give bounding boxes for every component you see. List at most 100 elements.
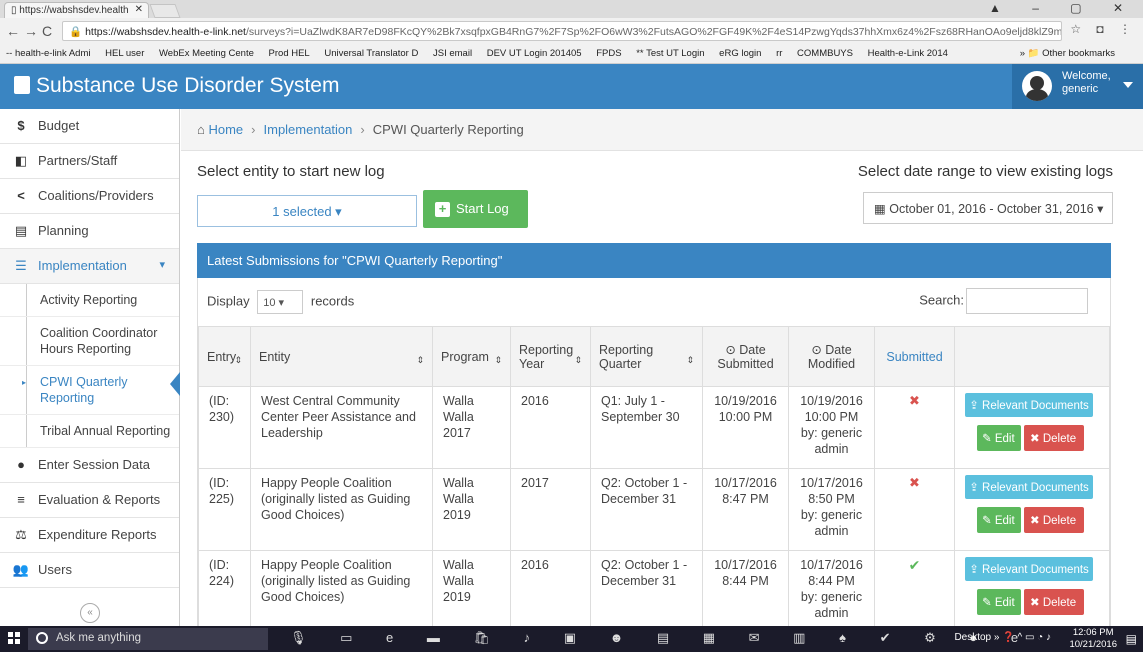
forward-icon[interactable]: →: [24, 23, 38, 39]
sidebar-item-implementation[interactable]: ☰ Implementation ▾: [0, 249, 179, 284]
column-header-program[interactable]: Program ⇕: [432, 326, 511, 387]
relevant-documents-button[interactable]: ⇪ Relevant Documents: [965, 557, 1093, 581]
app-header: Substance Use Disorder System Welcome, g…: [0, 64, 1143, 109]
window-controls[interactable]: ▲ – ▢ ✕: [989, 1, 1137, 15]
breadcrumb-home[interactable]: Home: [208, 122, 243, 137]
sidebar-subitem-tribal-annual[interactable]: Tribal Annual Reporting: [0, 415, 179, 448]
cell-program: Walla Walla 2019: [432, 550, 511, 626]
cell-entity: Happy People Coalition (originally liste…: [250, 550, 433, 626]
header-label: Program: [441, 349, 489, 364]
cortana-placeholder: Ask me anything: [56, 632, 142, 644]
sidebar-item-budget[interactable]: $ Budget: [0, 109, 179, 144]
breadcrumb-implementation[interactable]: Implementation: [264, 122, 353, 137]
taskbar-app-icons[interactable]: 🎙 ▭ e ▬ 🛍 ♪ ▣ ☻ ▤ ▦ ✉ ▥ ♠ ✔ ⚙ ● e: [290, 630, 1033, 646]
search-input[interactable]: [966, 288, 1088, 314]
chevron-down-icon: ▾: [159, 259, 165, 271]
column-header-reporting-year[interactable]: Reporting Year ⇕: [510, 326, 591, 387]
sidebar-item-evaluation[interactable]: ≡ Evaluation & Reports: [0, 483, 179, 518]
bookmark-item[interactable]: Prod HEL: [269, 48, 310, 59]
start-log-button[interactable]: + Start Log: [423, 190, 528, 228]
cell-date-modified: 10/17/2016 8:50 PM by: generic admin: [788, 468, 875, 551]
column-header-reporting-quarter[interactable]: Reporting Quarter ⇕: [590, 326, 703, 387]
sidebar-item-coalitions[interactable]: < Coalitions/Providers: [0, 179, 179, 214]
column-header-date-submitted[interactable]: ⊙ Date Submitted: [702, 326, 789, 387]
url-input[interactable]: 🔒 https://wabshsdev.health-e-link.net/sur…: [62, 21, 1062, 41]
sidebar-subitem-cpwi-quarterly[interactable]: ▸ CPWI Quarterly Reporting: [0, 366, 180, 415]
sidebar-item-expenditure[interactable]: ⚖ Expenditure Reports: [0, 518, 179, 553]
app-brand[interactable]: Substance Use Disorder System: [14, 74, 339, 98]
close-tab-icon[interactable]: ✕: [135, 4, 143, 15]
date-range-picker[interactable]: ▦ October 01, 2016 - October 31, 2016 ▾: [863, 192, 1113, 224]
bookmark-item[interactable]: Universal Translator D: [324, 48, 418, 59]
column-header-submitted[interactable]: Submitted: [874, 326, 955, 387]
copy-icon: ▤: [14, 223, 28, 238]
edit-label: Edit: [994, 597, 1015, 609]
sidebar-subitem-label: CPWI Quarterly Reporting: [40, 375, 128, 405]
sort-icon: ⇕: [494, 355, 502, 365]
sort-icon: ⇕: [416, 355, 424, 365]
cell-program: Walla Walla 2019: [432, 468, 511, 551]
edit-label: Edit: [994, 433, 1015, 445]
relevant-documents-label: Relevant Documents: [982, 400, 1089, 412]
edit-button[interactable]: ✎ Edit: [977, 425, 1021, 451]
plus-icon: +: [435, 202, 450, 217]
id-card-icon: ◧: [14, 153, 28, 168]
other-bookmarks-label: Other bookmarks: [1042, 48, 1115, 59]
collapse-sidebar-button[interactable]: «: [80, 603, 100, 623]
relevant-documents-button[interactable]: ⇪ Relevant Documents: [965, 475, 1093, 499]
column-header-entity[interactable]: Entity ⇕: [250, 326, 433, 387]
cortana-search-input[interactable]: Ask me anything: [28, 628, 268, 650]
bookmark-item[interactable]: Health-e-Link 2014: [868, 48, 948, 59]
bookmark-item[interactable]: -- health-e-link Admi: [6, 48, 90, 59]
relevant-documents-button[interactable]: ⇪ Relevant Documents: [965, 393, 1093, 417]
header-label: Entry: [207, 349, 237, 364]
browser-tab[interactable]: ▯ https://wabshsdev.health ✕: [4, 2, 149, 18]
bookmark-item[interactable]: JSI email: [433, 48, 472, 59]
browser-chrome: ▯ https://wabshsdev.health ✕ ▲ – ▢ ✕ ← →…: [0, 0, 1143, 64]
bookmark-item[interactable]: rr: [776, 48, 782, 59]
reload-icon[interactable]: C: [42, 23, 52, 39]
bookmark-item[interactable]: FPDS: [596, 48, 621, 59]
cell-actions: ⇪ Relevant Documents ✎ Edit ✖ Delete: [954, 550, 1110, 626]
bookmark-item[interactable]: HEL user: [105, 48, 144, 59]
system-tray[interactable]: Desktop » ❓ ^ ▭ ◔ ♪: [954, 632, 1051, 643]
back-icon[interactable]: ←: [6, 23, 20, 39]
cell-quarter: Q2: October 1 - December 31: [590, 468, 703, 551]
notifications-icon[interactable]: ▤: [1126, 632, 1137, 646]
taskbar-clock[interactable]: 12:06 PM 10/21/2016: [1069, 627, 1117, 651]
bookmark-item[interactable]: eRG login: [719, 48, 761, 59]
sidebar-subitem-activity-reporting[interactable]: Activity Reporting: [0, 284, 179, 317]
app-title: Substance Use Disorder System: [36, 74, 340, 97]
cell-date-modified: 10/17/2016 8:44 PM by: generic admin: [788, 550, 875, 626]
sidebar-subitem-label: Activity Reporting: [40, 293, 138, 307]
bookmark-item[interactable]: DEV UT Login 201405: [487, 48, 582, 59]
entity-select[interactable]: 1 selected ▾: [197, 195, 417, 227]
new-tab-button[interactable]: [149, 4, 181, 18]
delete-button[interactable]: ✖ Delete: [1024, 425, 1084, 451]
bookmark-item[interactable]: WebEx Meeting Cente: [159, 48, 254, 59]
sidebar-subitem-coordinator-hours[interactable]: Coalition Coordinator Hours Reporting: [0, 317, 179, 366]
browser-toolbar-icons[interactable]: ☆ ◘ ⋮: [1070, 22, 1137, 36]
column-header-date-modified[interactable]: ⊙ Date Modified: [788, 326, 875, 387]
delete-button[interactable]: ✖ Delete: [1024, 589, 1084, 615]
edit-button[interactable]: ✎ Edit: [977, 589, 1021, 615]
delete-button[interactable]: ✖ Delete: [1024, 507, 1084, 533]
bookmark-item[interactable]: ** Test UT Login: [636, 48, 704, 59]
windows-start-icon[interactable]: [8, 632, 20, 644]
bookmarks-bar: -- health-e-link Admi HEL user WebEx Mee…: [0, 44, 1143, 64]
sidebar-item-users[interactable]: 👥 Users: [0, 553, 179, 588]
desktop-label: Desktop: [954, 632, 992, 643]
sidebar-item-planning[interactable]: ▤ Planning: [0, 214, 179, 249]
delete-label: Delete: [1042, 433, 1077, 445]
sidebar-item-enter-session[interactable]: ● Enter Session Data: [0, 448, 179, 483]
sidebar-item-partners[interactable]: ◧ Partners/Staff: [0, 144, 179, 179]
edit-button[interactable]: ✎ Edit: [977, 507, 1021, 533]
home-icon[interactable]: ⌂: [197, 122, 208, 137]
column-header-entry[interactable]: Entry ⇕: [198, 326, 251, 387]
bookmark-item[interactable]: COMMBUYS: [797, 48, 853, 59]
header-label: ⊙ Date Modified: [807, 343, 856, 371]
other-bookmarks[interactable]: » 📁 Other bookmarks: [1015, 48, 1127, 59]
user-menu[interactable]: Welcome, generic: [1012, 64, 1143, 109]
sidebar-subitem-label: Coalition Coordinator Hours Reporting: [40, 326, 158, 356]
records-per-page-select[interactable]: 10 ▾: [257, 290, 304, 314]
